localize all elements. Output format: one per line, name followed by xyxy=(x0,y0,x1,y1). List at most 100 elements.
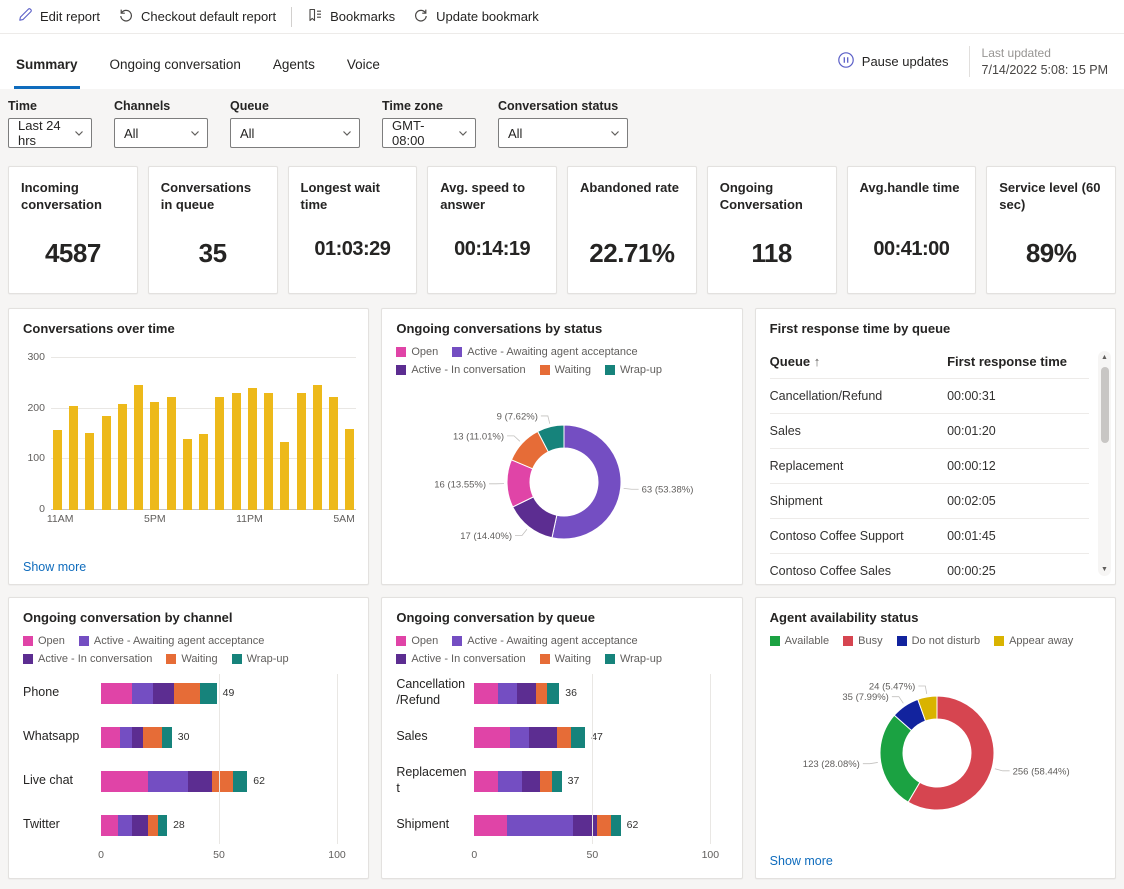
show-more-link[interactable]: Show more xyxy=(23,560,86,574)
agent-availability-donut: 256 (58.44%) 123 (28.08%) 35 (7.99%) 24 (5.… xyxy=(756,647,1115,854)
kpi-card-avg-speed-to-answer: Avg. speed to answer 00:14:19 xyxy=(427,166,557,294)
tab-voice[interactable]: Voice xyxy=(345,40,382,89)
legend-item-waiting: Waiting xyxy=(539,653,591,665)
bookmarks-button[interactable]: Bookmarks xyxy=(298,2,404,31)
legend-item-active-in-conversation: Active - In conversation xyxy=(23,653,152,665)
scroll-down-arrow[interactable]: ▼ xyxy=(1101,566,1108,573)
stacked-bar-row: Sales 47 xyxy=(396,715,731,759)
bar-segment-open xyxy=(101,770,149,792)
time-dropdown[interactable]: Last 24 hrs xyxy=(8,118,92,148)
legend-label: Active - Awaiting agent acceptance xyxy=(467,635,638,647)
time-zone-dropdown[interactable]: GMT-08:00 xyxy=(382,118,476,148)
column-header-queue[interactable]: Queue ↑ xyxy=(770,354,947,369)
kpi-label: Avg. speed to answer xyxy=(440,180,526,212)
legend-swatch xyxy=(896,636,907,646)
queue-dropdown[interactable]: All xyxy=(230,118,360,148)
tab-agents[interactable]: Agents xyxy=(271,40,317,89)
legend-swatch xyxy=(166,654,177,664)
bar-segment-active-in-conversation xyxy=(521,770,541,792)
category-label: Twitter xyxy=(23,817,60,832)
kpi-value: 89% xyxy=(1025,238,1077,268)
show-more-link[interactable]: Show more xyxy=(770,854,833,868)
kpi-card-service-level-60-sec: Service level (60 sec) 89% xyxy=(986,166,1116,294)
legend-swatch xyxy=(396,365,407,375)
kpi-row: Incoming conversation 4587 Conversations i… xyxy=(0,160,1124,294)
x-axis-label: 5AM xyxy=(333,513,355,525)
dropdown-value: GMT-08:00 xyxy=(392,118,425,148)
update-bookmark-label: Update bookmark xyxy=(436,9,539,24)
checkout-default-report-button[interactable]: Checkout default report xyxy=(109,2,285,31)
legend-swatch xyxy=(231,654,242,664)
edit-report-button[interactable]: Edit report xyxy=(8,2,109,31)
tab-list: Summary Ongoing conversation Agents Voice xyxy=(14,34,382,89)
card-first-response-time: First response time by queue Queue ↑ Firs… xyxy=(754,308,1116,585)
bar xyxy=(312,385,322,510)
label-leader-line xyxy=(514,528,528,536)
bar xyxy=(328,396,338,510)
legend-swatch xyxy=(23,636,33,646)
app-root: Edit report Checkout default report Book… xyxy=(0,0,1124,887)
bookmarks-label: Bookmarks xyxy=(330,9,396,24)
queue-cell: Contoso Coffee Support xyxy=(769,529,904,543)
bar xyxy=(166,396,176,510)
bar-total-label: 49 xyxy=(222,687,235,699)
response-time-cell: 00:01:45 xyxy=(947,529,996,543)
label-leader-line xyxy=(623,487,639,490)
category-label: Replacement xyxy=(396,765,467,795)
response-time-cell: 00:00:25 xyxy=(947,564,996,575)
card-agent-availability: Agent availability status Available Busy D… xyxy=(754,597,1116,879)
table-row: Contoso Coffee Sales 00:00:25 xyxy=(770,554,1089,575)
bar-segment-active-in-conversation xyxy=(573,814,598,836)
dropdown-value: All xyxy=(240,125,255,141)
bar-segment-waiting xyxy=(143,726,163,748)
category-label: Shipment xyxy=(396,817,450,832)
kpi-card-avg-handle-time: Avg.handle time 00:41:00 xyxy=(846,166,977,294)
bar xyxy=(85,433,95,510)
update-bookmark-button[interactable]: Update bookmark xyxy=(404,2,548,31)
filter-label: Conversation status xyxy=(498,99,619,113)
scroll-up-arrow[interactable]: ▲ xyxy=(1101,354,1108,361)
x-axis-label: 11PM xyxy=(236,513,263,525)
response-time-cell: 00:00:12 xyxy=(947,459,996,473)
legend-swatch xyxy=(843,636,854,646)
card-ongoing-by-queue: Ongoing conversation by queue Open Active… xyxy=(381,597,743,879)
refresh-icon xyxy=(413,7,429,26)
bar-segment-waiting xyxy=(597,814,612,836)
card-title: Conversations over time xyxy=(23,321,175,336)
table-row: Shipment 00:02:05 xyxy=(769,484,1089,519)
pause-updates-button[interactable]: Pause updates xyxy=(831,47,955,76)
channels-dropdown[interactable]: All xyxy=(114,118,208,148)
card-title: Ongoing conversation by queue xyxy=(396,610,595,625)
legend-swatch xyxy=(452,636,463,646)
queue-cell: Contoso Coffee Sales xyxy=(769,564,892,575)
kpi-card-abandoned-rate: Abandoned rate 22.71% xyxy=(567,166,697,294)
bar-segment-waiting xyxy=(556,726,572,748)
table-scrollbar[interactable]: ▲ ▼ xyxy=(1098,351,1111,576)
x-axis-label: 50 xyxy=(213,849,225,861)
tab-ongoing-conversation[interactable]: Ongoing conversation xyxy=(108,40,243,89)
filter-conversation-status: Conversation status All xyxy=(498,99,628,148)
legend-label: Available xyxy=(784,635,830,647)
tab-summary[interactable]: Summary xyxy=(14,40,80,89)
column-header-first-response-time[interactable]: First response time xyxy=(947,354,1089,369)
bar xyxy=(134,385,144,510)
table-scrollbar-thumb[interactable] xyxy=(1100,367,1109,443)
donut-slice-label: 17 (14.40%) xyxy=(460,531,512,542)
y-axis-label: 0 xyxy=(39,503,45,515)
bar-segment-active-awaiting-agent-acceptance xyxy=(148,770,189,792)
response-time-cell: 00:00:31 xyxy=(947,389,996,403)
bar-segment-active-awaiting-agent-acceptance xyxy=(507,814,574,836)
legend-item-active-in-conversation: Active - In conversation xyxy=(396,364,526,376)
bar-segment-active-in-conversation xyxy=(131,726,144,748)
conversation-status-dropdown[interactable]: All xyxy=(498,118,628,148)
response-time-cell: 00:02:05 xyxy=(947,494,996,508)
bookmarks-icon xyxy=(307,7,323,26)
bar xyxy=(53,429,62,510)
bar-segment-active-in-conversation xyxy=(528,726,557,748)
legend-swatch xyxy=(396,347,407,357)
kpi-label: Abandoned rate xyxy=(580,180,679,195)
kpi-value: 00:14:19 xyxy=(454,238,531,260)
donut-slice-label: 35 (7.99%) xyxy=(843,692,889,703)
x-axis-label: 100 xyxy=(701,849,720,861)
kpi-label: Avg.handle time xyxy=(859,180,960,195)
